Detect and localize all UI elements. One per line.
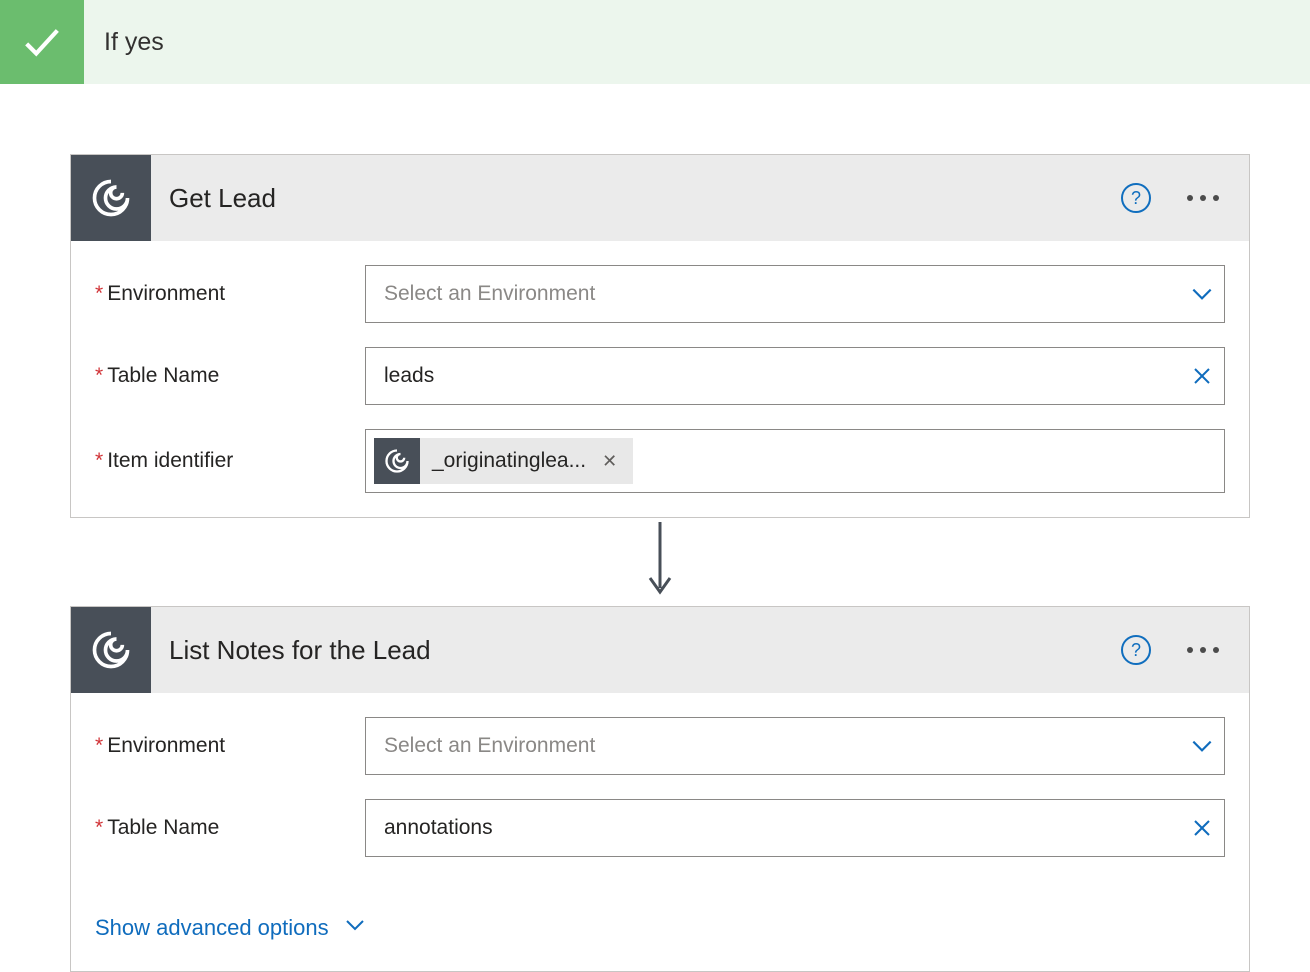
- checkmark-icon: [0, 0, 84, 84]
- help-icon[interactable]: ?: [1121, 183, 1151, 213]
- dataverse-icon: [374, 438, 420, 484]
- action-header-get-lead[interactable]: Get Lead ?: [71, 155, 1249, 241]
- table-name-input[interactable]: annotations: [365, 799, 1225, 857]
- field-label-table-name: *Table Name: [95, 816, 365, 840]
- chevron-down-icon[interactable]: [1188, 733, 1216, 759]
- token-remove-icon[interactable]: ✕: [598, 447, 621, 476]
- field-label-table-name: *Table Name: [95, 364, 365, 388]
- condition-yes-title: If yes: [84, 28, 164, 57]
- table-name-input[interactable]: leads: [365, 347, 1225, 405]
- dataverse-icon: [71, 607, 151, 693]
- action-title-list-notes: List Notes for the Lead: [169, 635, 1121, 666]
- field-row-environment: *Environment Select an Environment: [95, 265, 1225, 323]
- field-label-environment: *Environment: [95, 734, 365, 758]
- environment-select[interactable]: Select an Environment: [365, 265, 1225, 323]
- chevron-down-icon: [343, 913, 367, 943]
- field-label-environment: *Environment: [95, 282, 365, 306]
- action-card-get-lead: Get Lead ? *Environment Select an Enviro…: [70, 154, 1250, 518]
- help-icon[interactable]: ?: [1121, 635, 1151, 665]
- table-name-value: annotations: [384, 816, 1188, 840]
- field-row-table-name: *Table Name leads: [95, 347, 1225, 405]
- token-label: _originatinglea...: [432, 449, 586, 473]
- action-card-list-notes: List Notes for the Lead ? *Environment S…: [70, 606, 1250, 972]
- clear-icon[interactable]: [1188, 816, 1216, 840]
- action-body-list-notes: *Environment Select an Environment *Tabl…: [71, 693, 1249, 971]
- field-label-item-identifier: *Item identifier: [95, 449, 365, 473]
- table-name-value: leads: [384, 364, 1188, 388]
- flow-arrow-connector: [70, 518, 1250, 606]
- environment-placeholder: Select an Environment: [384, 734, 595, 758]
- actions-column: Get Lead ? *Environment Select an Enviro…: [70, 154, 1250, 972]
- show-advanced-options-link[interactable]: Show advanced options: [95, 913, 367, 943]
- field-row-environment: *Environment Select an Environment: [95, 717, 1225, 775]
- chevron-down-icon[interactable]: [1188, 281, 1216, 307]
- dataverse-icon: [71, 155, 151, 241]
- show-advanced-options-label: Show advanced options: [95, 915, 329, 941]
- action-header-list-notes[interactable]: List Notes for the Lead ?: [71, 607, 1249, 693]
- environment-select[interactable]: Select an Environment: [365, 717, 1225, 775]
- condition-yes-header[interactable]: If yes: [0, 0, 1310, 84]
- item-identifier-input[interactable]: _originatinglea... ✕: [365, 429, 1225, 493]
- action-body-get-lead: *Environment Select an Environment *Tabl…: [71, 241, 1249, 517]
- dynamic-content-token[interactable]: _originatinglea... ✕: [374, 438, 633, 484]
- more-menu-button[interactable]: [1185, 639, 1221, 661]
- field-row-table-name: *Table Name annotations: [95, 799, 1225, 857]
- clear-icon[interactable]: [1188, 364, 1216, 388]
- environment-placeholder: Select an Environment: [384, 282, 595, 306]
- action-title-get-lead: Get Lead: [169, 183, 1121, 214]
- field-row-item-identifier: *Item identifier _originatinglea... ✕: [95, 429, 1225, 493]
- more-menu-button[interactable]: [1185, 187, 1221, 209]
